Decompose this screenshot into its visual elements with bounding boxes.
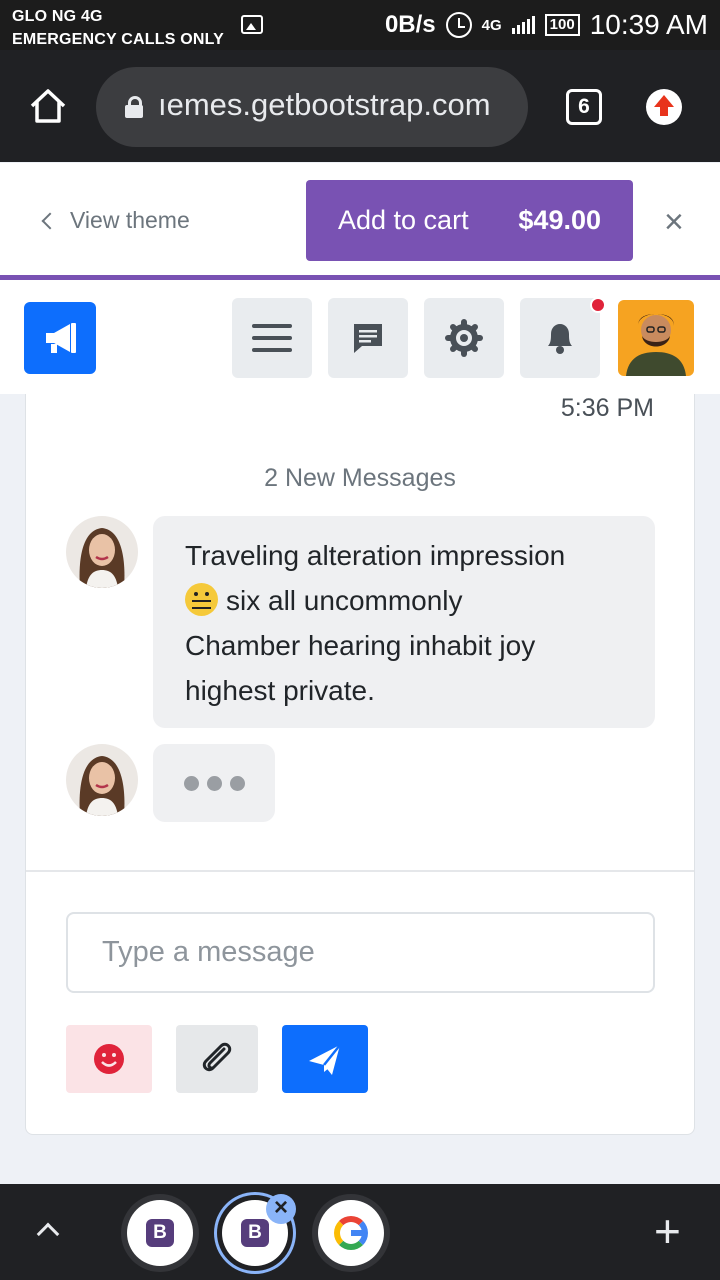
home-icon[interactable] xyxy=(28,86,68,126)
bootstrap-logo-icon: B xyxy=(241,1219,269,1247)
message-time: 5:36 PM xyxy=(560,394,654,422)
price-label: $49.00 xyxy=(518,205,601,235)
menu-button[interactable] xyxy=(232,298,312,378)
address-bar[interactable]: ıemes.getbootstrap.com xyxy=(96,67,528,147)
tab-switcher-button[interactable]: 6 xyxy=(566,89,602,125)
user-avatar[interactable] xyxy=(618,300,694,376)
send-button[interactable] xyxy=(282,1025,368,1093)
notification-dot xyxy=(590,297,606,313)
network-speed: 0B/s xyxy=(384,11,436,38)
message-line-text: six all uncommonly xyxy=(226,585,463,616)
zipper-mouth-emoji-icon xyxy=(185,583,218,616)
chevron-up-icon[interactable] xyxy=(36,1222,60,1246)
chat-panel: 5:36 PM 2 New Messages Traveling alterat… xyxy=(25,394,695,1135)
message-input[interactable] xyxy=(66,912,655,993)
new-tab-plus-icon[interactable]: + xyxy=(654,1206,681,1256)
settings-button[interactable] xyxy=(424,298,504,378)
carrier-info: GLO NG 4G EMERGENCY CALLS ONLY xyxy=(12,5,224,51)
bootstrap-logo-icon: B xyxy=(146,1219,174,1247)
message-line: Traveling alteration impression xyxy=(185,540,566,571)
close-tab-icon[interactable]: × xyxy=(266,1194,296,1224)
divider xyxy=(26,870,694,872)
megaphone-logo-icon[interactable] xyxy=(24,302,96,374)
alarm-icon xyxy=(445,12,472,38)
smiley-icon xyxy=(94,1044,124,1074)
theme-bar: View theme Add to cart $49.00 × xyxy=(0,163,720,280)
new-messages-divider: 2 New Messages xyxy=(264,464,456,492)
contact-avatar[interactable] xyxy=(66,744,138,816)
attach-button[interactable] xyxy=(176,1025,258,1093)
image-notification-icon xyxy=(241,15,263,34)
lock-icon xyxy=(124,96,144,118)
url-text[interactable]: ıemes.getbootstrap.com xyxy=(158,87,518,123)
view-theme-label: View theme xyxy=(70,207,190,233)
typing-indicator xyxy=(153,744,275,822)
message-line: highest private. xyxy=(185,675,375,706)
signal-icon xyxy=(511,16,535,34)
app-header xyxy=(0,280,720,394)
battery-icon: 100 xyxy=(544,14,580,36)
upload-icon[interactable] xyxy=(646,89,682,125)
clock: 10:39 AM xyxy=(589,9,708,40)
send-icon xyxy=(309,1044,341,1075)
notifications-button[interactable] xyxy=(520,298,600,378)
message-line: Chamber hearing inhabit joy xyxy=(185,630,536,661)
add-to-cart-button[interactable]: Add to cart $49.00 xyxy=(306,180,633,261)
emergency-label: EMERGENCY CALLS ONLY xyxy=(12,31,225,48)
add-to-cart-label: Add to cart xyxy=(338,205,469,235)
chevron-left-icon xyxy=(41,212,59,229)
tab-bootstrap[interactable]: B xyxy=(127,1200,193,1266)
status-right: 0B/s 4G 100 10:39 AM xyxy=(385,9,708,41)
close-icon[interactable]: × xyxy=(664,205,684,239)
bell-icon xyxy=(548,324,572,354)
gear-icon xyxy=(445,319,483,357)
view-theme-link[interactable]: View theme xyxy=(40,207,190,234)
contact-avatar[interactable] xyxy=(66,516,138,588)
network-type: 4G xyxy=(481,16,502,34)
status-bar: GLO NG 4G EMERGENCY CALLS ONLY 0B/s 4G 1… xyxy=(0,0,720,50)
carrier-name: GLO NG 4G xyxy=(12,8,103,25)
message-bubble: Traveling alteration impression six all … xyxy=(153,516,655,728)
chat-icon xyxy=(354,324,382,353)
message-line: six all uncommonly xyxy=(185,578,623,623)
paperclip-icon xyxy=(202,1042,232,1072)
google-logo-icon xyxy=(334,1216,368,1250)
hamburger-icon xyxy=(252,324,292,352)
browser-bottom-bar: B B × + xyxy=(0,1184,720,1280)
messages-button[interactable] xyxy=(328,298,408,378)
emoji-button[interactable] xyxy=(66,1025,152,1093)
tab-google[interactable] xyxy=(318,1200,384,1266)
